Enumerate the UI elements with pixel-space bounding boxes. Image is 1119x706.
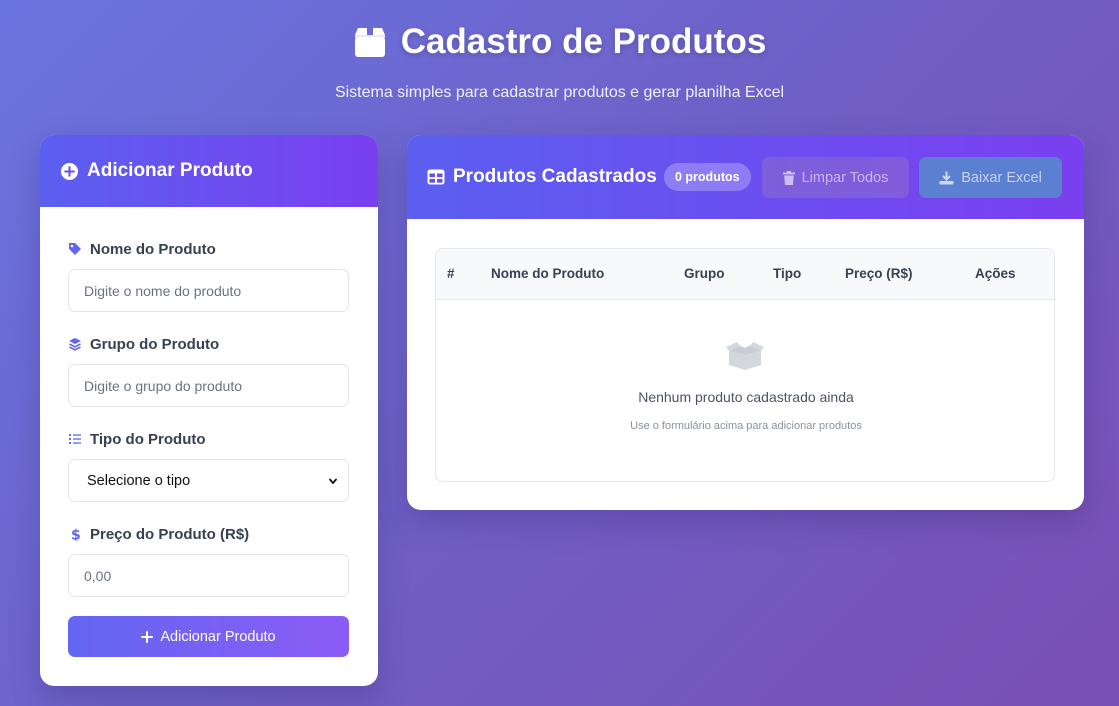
svg-text:$: $ <box>71 528 81 542</box>
add-product-title: Adicionar Produto <box>87 160 253 181</box>
empty-state-subtitle: Use o formulário acima para adicionar pr… <box>630 420 862 432</box>
products-list-title: Produtos Cadastrados <box>427 166 657 188</box>
table-header: # Nome do Produto Grupo Tipo Preço (R$) … <box>436 249 1054 300</box>
table-icon <box>427 169 445 185</box>
clear-all-button[interactable]: Limpar Todos <box>762 157 909 198</box>
products-count-badge: 0 produtos <box>664 163 751 191</box>
tag-icon <box>69 243 81 255</box>
product-price-field: $ Preço do Produto (R$) 0,00 <box>68 524 349 597</box>
download-icon <box>939 171 954 184</box>
dollar-icon: $ <box>71 528 81 542</box>
product-group-field: Grupo do Produto Digite o grupo do produ… <box>68 334 349 407</box>
page-title-text: Cadastro de Produtos <box>400 22 767 61</box>
product-type-field: Tipo do Produto Selecione o tipo <box>68 429 349 502</box>
column-header-actions: Ações <box>975 266 1016 281</box>
product-price-label: $ Preço do Produto (R$) <box>68 524 349 544</box>
add-product-card: Adicionar Produto Nome do Produto Digite… <box>40 135 378 686</box>
column-header-price: Preço (R$) <box>845 266 913 281</box>
empty-state-title: Nenhum produto cadastrado ainda <box>638 389 854 405</box>
box-icon <box>354 28 385 57</box>
column-header-name: Nome do Produto <box>491 266 605 281</box>
column-header-type: Tipo <box>773 266 802 281</box>
page-title: Cadastro de Produtos <box>0 22 1119 62</box>
column-header-index: # <box>447 266 455 281</box>
empty-box-icon <box>726 342 764 370</box>
plus-icon <box>141 630 154 643</box>
product-group-label: Grupo do Produto <box>68 334 349 354</box>
products-list-header: Produtos Cadastrados 0 produtos Limpar T… <box>407 135 1084 219</box>
product-type-select[interactable]: Selecione o tipo <box>68 459 349 502</box>
product-type-selected: Selecione o tipo <box>87 472 191 489</box>
products-list-card: Produtos Cadastrados 0 produtos Limpar T… <box>407 135 1084 510</box>
plus-circle-icon <box>60 162 79 180</box>
add-product-button[interactable]: Adicionar Produto <box>68 616 349 657</box>
product-price-input[interactable]: 0,00 <box>68 554 349 597</box>
products-table: # Nome do Produto Grupo Tipo Preço (R$) … <box>435 248 1055 482</box>
list-icon <box>69 434 81 444</box>
page-subtitle: Sistema simples para cadastrar produtos … <box>334 84 785 101</box>
product-name-input[interactable]: Digite o nome do produto <box>68 269 349 312</box>
product-group-input[interactable]: Digite o grupo do produto <box>68 364 349 407</box>
product-name-label: Nome do Produto <box>68 239 349 259</box>
trash-icon <box>782 170 795 185</box>
add-product-header: Adicionar Produto <box>40 135 378 207</box>
download-excel-button[interactable]: Baixar Excel <box>919 157 1062 198</box>
chevron-down-icon <box>328 477 338 484</box>
column-header-group: Grupo <box>684 266 725 281</box>
product-name-field: Nome do Produto Digite o nome do produto <box>68 239 349 312</box>
product-type-label: Tipo do Produto <box>68 429 349 449</box>
layers-icon <box>69 338 81 351</box>
